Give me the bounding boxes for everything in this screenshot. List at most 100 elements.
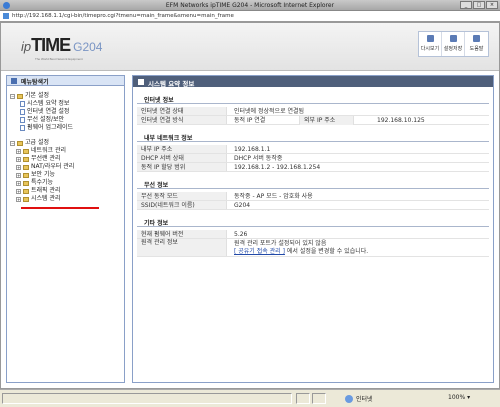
table-row: 인터넷 연결 상태 인터넷에 정상적으로 연결됨 — [137, 107, 489, 116]
menu-explorer: 메뉴탐색기 − 기본 설정 시스템 요약 정보 인터넷 연결 설정 무선 설정/보… — [6, 75, 125, 383]
page-icon — [20, 125, 25, 131]
tree-item-firmware-upgrade[interactable]: 펌웨어 업그레이드 — [10, 124, 124, 132]
collapse-icon[interactable]: − — [10, 140, 15, 146]
maximize-button[interactable]: □ — [473, 1, 485, 9]
row-label: 현재 펌웨어 버전 — [137, 230, 227, 238]
table-row: 무선 동작 모드 동작중 - AP 모드 - 암호화 사용 — [137, 192, 489, 201]
zoom-level[interactable]: 100% ▾ — [448, 394, 470, 401]
table-row: 동적 IP 할당 범위 192.168.1.2 - 192.168.1.254 — [137, 163, 489, 172]
page-icon — [3, 13, 9, 19]
tree-basic-label: 기본 설정 — [25, 92, 49, 99]
tree-item-system-summary[interactable]: 시스템 요약 정보 — [10, 100, 124, 108]
tree-item-label: 무선랜 관리 — [31, 155, 61, 162]
collapse-icon[interactable]: − — [10, 93, 15, 99]
tree-item-system-management[interactable]: + 시스템 관리 — [10, 195, 124, 203]
tree-item-network-management[interactable]: + 네트워크 관리 — [10, 147, 124, 155]
tree-item-label: 특수기능 — [31, 179, 54, 186]
table-row: 현재 펌웨어 버전 5.26 — [137, 230, 489, 239]
tree-advanced-settings[interactable]: − 고급 설정 — [10, 139, 124, 147]
row-label: 내부 IP 주소 — [137, 145, 227, 153]
tree-item-label: 무선 설정/보안 — [27, 116, 65, 123]
row-value: 동작중 - AP 모드 - 암호화 사용 — [234, 193, 313, 200]
menu-explorer-header: 메뉴탐색기 — [7, 76, 124, 86]
row-value: 인터넷에 정상적으로 연결됨 — [234, 108, 305, 115]
expand-icon[interactable]: + — [16, 180, 21, 186]
table-row: 원격 관리 정보 원격 관리 포트가 설정되어 있지 않음[ 공유기 접속 관리 … — [137, 239, 489, 257]
expand-icon[interactable]: + — [16, 164, 21, 170]
status-segment — [296, 393, 310, 404]
row-label: SSID(네트워크 이름) — [137, 201, 227, 209]
folder-icon — [23, 148, 29, 154]
menu-tree: − 기본 설정 시스템 요약 정보 인터넷 연결 설정 무선 설정/보안 펌웨어 … — [7, 86, 124, 203]
internet-info-section: 인터넷 정보 인터넷 연결 상태 인터넷에 정상적으로 연결됨 인터넷 연결 방식… — [133, 95, 493, 125]
expand-icon[interactable]: + — [16, 172, 21, 178]
row-value-group: 원격 관리 포트가 설정되어 있지 않음[ 공유기 접속 관리 ] 에서 설정을… — [227, 239, 489, 256]
tree-item-nat-router[interactable]: + NAT/라우터 관리 — [10, 163, 124, 171]
panel-icon — [138, 79, 144, 85]
tree-item-label: 트래픽 관리 — [31, 187, 61, 194]
page-icon — [20, 117, 25, 123]
tree-item-security[interactable]: + 보안 기능 — [10, 171, 124, 179]
router-access-link[interactable]: [ 공유기 접속 관리 ] — [234, 248, 285, 255]
save-settings-button[interactable]: 설정저장 — [442, 32, 465, 56]
address-url[interactable]: http://192.168.1.1/cgi-bin/timepro.cgi?t… — [12, 13, 234, 19]
expand-icon[interactable]: + — [16, 188, 21, 194]
logo-time: TIME — [31, 35, 71, 55]
folder-icon — [17, 93, 23, 99]
page-title: 시스템 요약 정보 — [148, 80, 195, 88]
row-value-group: 동적 IP 연결 외부 IP 주소 192.168.10.125 — [227, 116, 489, 125]
expand-icon[interactable]: + — [16, 156, 21, 162]
table-row: 내부 IP 주소 192.168.1.1 — [137, 145, 489, 154]
page-header: ipTIME G204 The World Best Network Equipm… — [1, 23, 499, 71]
security-zone: 인터넷 — [345, 394, 373, 403]
zone-label: 인터넷 — [356, 396, 373, 403]
tree-item-label: 펌웨어 업그레이드 — [27, 124, 74, 131]
tree-item-internet-setup[interactable]: 인터넷 연결 설정 — [10, 108, 124, 116]
row-value: G204 — [234, 202, 251, 209]
row-value: 192.168.10.125 — [377, 117, 425, 124]
main-panel: 시스템 요약 정보 인터넷 정보 인터넷 연결 상태 인터넷에 정상적으로 연결됨… — [132, 75, 494, 383]
page-icon — [20, 101, 25, 107]
red-underline-annotation — [21, 207, 99, 209]
remote-hint-text: 에서 설정을 변경할 수 있습니다. — [286, 248, 369, 255]
lan-info-section: 내부 네트워크 정보 내부 IP 주소 192.168.1.1 DHCP 서버 상… — [133, 133, 493, 172]
zoom-value: 100% — [448, 394, 466, 401]
save-label: 설정저장 — [443, 46, 463, 52]
close-button[interactable]: × — [486, 1, 498, 9]
section-title: 무선 정보 — [137, 180, 489, 189]
row-value: 192.168.1.1 — [234, 146, 271, 153]
folder-icon — [23, 172, 29, 178]
status-segment — [312, 393, 326, 404]
expand-icon[interactable]: + — [16, 196, 21, 202]
folder-icon — [23, 188, 29, 194]
tree-item-traffic-management[interactable]: + 트래픽 관리 — [10, 187, 124, 195]
refresh-button[interactable]: 다시보기 — [419, 32, 442, 56]
window-title: EFM Networks ipTIME G204 - Microsoft Int… — [165, 2, 335, 9]
iptime-logo: ipTIME G204 The World Best Network Equipm… — [21, 35, 103, 61]
menu-icon — [11, 78, 17, 84]
other-info-section: 기타 정보 현재 펌웨어 버전 5.26 원격 관리 정보 원격 관리 포트가 설정… — [133, 218, 493, 257]
tree-item-label: 시스템 요약 정보 — [27, 100, 70, 107]
tree-advanced-label: 고급 설정 — [25, 139, 49, 146]
logo-model: G204 — [73, 40, 103, 54]
logo-ip: ip — [21, 39, 32, 54]
tree-item-wlan-management[interactable]: + 무선랜 관리 — [10, 155, 124, 163]
tree-item-label: 시스템 관리 — [31, 195, 61, 202]
tree-item-label: 인터넷 연결 설정 — [27, 108, 70, 115]
row-label: 원격 관리 정보 — [137, 239, 227, 256]
refresh-icon — [426, 35, 434, 42]
help-button[interactable]: 도움말 — [465, 32, 488, 56]
section-title: 내부 네트워크 정보 — [137, 133, 489, 142]
tree-item-special-functions[interactable]: + 특수기능 — [10, 179, 124, 187]
header-button-group: 다시보기 설정저장 도움말 — [418, 31, 489, 57]
wireless-info-section: 무선 정보 무선 동작 모드 동작중 - AP 모드 - 암호화 사용 SSID(… — [133, 180, 493, 210]
globe-icon — [345, 394, 353, 403]
address-bar[interactable]: http://192.168.1.1/cgi-bin/timepro.cgi?t… — [0, 11, 500, 22]
expand-icon[interactable]: + — [16, 148, 21, 154]
window-titlebar: EFM Networks ipTIME G204 - Microsoft Int… — [0, 0, 500, 11]
tree-item-wireless-security[interactable]: 무선 설정/보안 — [10, 116, 124, 124]
tree-basic-settings[interactable]: − 기본 설정 — [10, 92, 124, 100]
table-row: DHCP 서버 상태 DHCP 서버 동작중 — [137, 154, 489, 163]
row-label: 외부 IP 주소 — [299, 116, 354, 125]
minimize-button[interactable]: _ — [460, 1, 472, 9]
